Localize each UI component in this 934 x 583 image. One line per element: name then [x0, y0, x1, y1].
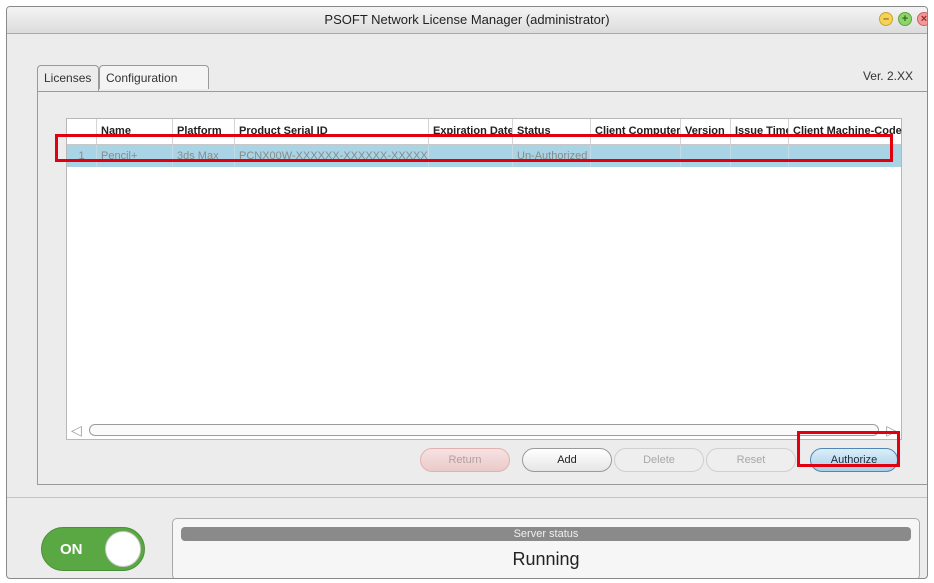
scroll-right-icon[interactable]: ▷: [886, 422, 897, 438]
cell-status: Un-Authorized: [513, 145, 591, 167]
column-header-machine-code[interactable]: Client Machine-Code: [789, 119, 903, 144]
minimize-icon[interactable]: –: [879, 12, 893, 26]
cell-version: [681, 145, 731, 167]
tab-configuration[interactable]: Configuration: [99, 65, 209, 89]
authorize-button[interactable]: Authorize: [810, 448, 898, 472]
cell-name: Pencil+: [97, 145, 173, 167]
column-header-platform[interactable]: Platform: [173, 119, 235, 144]
cell-client-computer: [591, 145, 681, 167]
column-header-client-computer[interactable]: Client Computer: [591, 119, 681, 144]
column-header-name[interactable]: Name: [97, 119, 173, 144]
reset-button[interactable]: Reset: [706, 448, 796, 472]
column-header-status[interactable]: Status: [513, 119, 591, 144]
column-header-serial[interactable]: Product Serial ID: [235, 119, 429, 144]
return-button[interactable]: Return: [420, 448, 510, 472]
title-bar: PSOFT Network License Manager (administr…: [7, 7, 927, 34]
maximize-icon[interactable]: +: [898, 12, 912, 26]
row-number: 1: [67, 145, 97, 167]
cell-platform: 3ds Max: [173, 145, 235, 167]
license-table: Name Platform Product Serial ID Expirati…: [66, 118, 902, 440]
column-header-index: [67, 119, 97, 144]
divider: [7, 497, 927, 498]
server-status-panel: Server status Running: [172, 518, 920, 578]
scrollbar-thumb[interactable]: [89, 424, 879, 436]
close-icon[interactable]: ×: [917, 12, 927, 26]
column-header-issue-time[interactable]: Issue Time: [731, 119, 789, 144]
column-header-version[interactable]: Version: [681, 119, 731, 144]
server-toggle[interactable]: ON: [41, 527, 145, 571]
app-window: PSOFT Network License Manager (administr…: [6, 6, 928, 579]
version-label: Ver. 2.XX: [862, 69, 913, 83]
cell-machine-code: [789, 145, 903, 167]
toggle-knob[interactable]: [105, 531, 141, 567]
toggle-label: ON: [60, 541, 83, 558]
cell-issue-time: [731, 145, 789, 167]
delete-button[interactable]: Delete: [614, 448, 704, 472]
licenses-panel: Name Platform Product Serial ID Expirati…: [37, 91, 927, 485]
table-header: Name Platform Product Serial ID Expirati…: [67, 119, 903, 145]
add-button[interactable]: Add: [522, 448, 612, 472]
scroll-left-icon[interactable]: ◁: [71, 422, 82, 438]
tab-licenses[interactable]: Licenses: [37, 65, 99, 91]
server-status-value: Running: [512, 549, 580, 569]
horizontal-scrollbar[interactable]: ◁ ▷: [67, 421, 901, 439]
cell-serial: PCNX00W-XXXXXX-XXXXXX-XXXXXX: [235, 145, 429, 167]
window-title: PSOFT Network License Manager (administr…: [324, 12, 610, 27]
table-row[interactable]: 1 Pencil+ 3ds Max PCNX00W-XXXXXX-XXXXXX-…: [67, 145, 901, 167]
server-status-header: Server status: [181, 527, 911, 541]
cell-expiration: [429, 145, 513, 167]
column-header-expiration[interactable]: Expiration Date: [429, 119, 513, 144]
